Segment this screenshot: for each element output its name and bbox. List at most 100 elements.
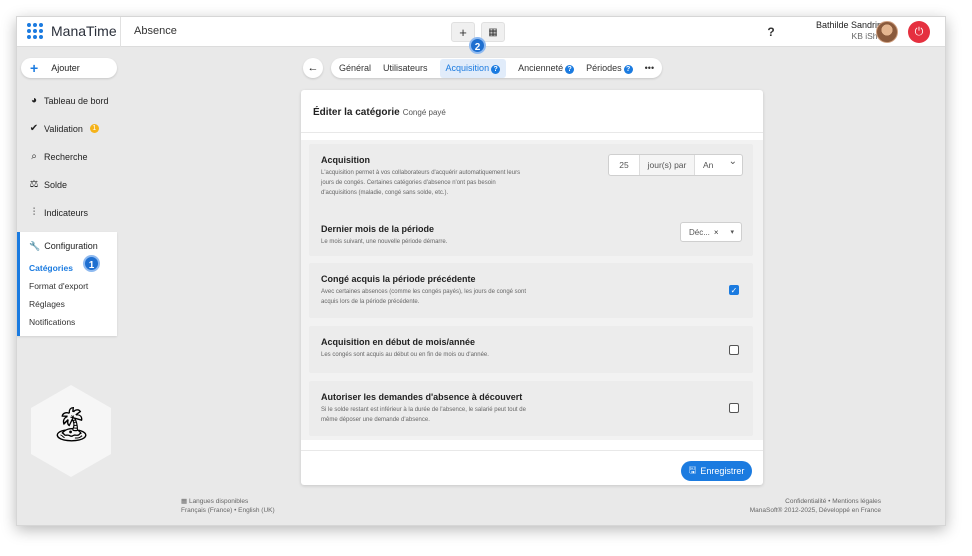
tab-users[interactable]: Utilisateurs xyxy=(383,63,428,73)
acquisition-rate-input: 25 jour(s) par An xyxy=(608,152,743,176)
calendar-button[interactable]: ▦ xyxy=(481,22,505,42)
plus-icon: + xyxy=(459,24,467,40)
app-name: ManaTime xyxy=(51,23,117,39)
sidebar-item-validation[interactable]: ✔ Validation 1 xyxy=(29,123,99,134)
sidebar-item-label: Indicateurs xyxy=(44,207,89,218)
save-button-label: Enregistrer xyxy=(700,466,745,476)
pie-chart-icon: ◕ xyxy=(30,95,38,106)
language-links[interactable]: Français (France) • English (UK) xyxy=(181,506,275,515)
category-tabs: Général Utilisateurs Acquisition? Ancien… xyxy=(331,58,663,78)
sidebar-config-section: 🔧 Configuration Catégories Format d'expo… xyxy=(17,232,117,336)
apps-grid-icon xyxy=(27,23,43,39)
section-label: Congé acquis la période précédente xyxy=(321,274,476,284)
sidebar-item-configuration[interactable]: 🔧 Configuration xyxy=(29,241,98,252)
edit-category-card: Éditer la catégorie Congé payé Acquisitio… xyxy=(301,90,763,485)
section-description: Si le solde restant est inférieur à la d… xyxy=(321,407,526,423)
save-button[interactable]: 🖫 Enregistrer xyxy=(681,461,752,481)
translate-icon: ▦ xyxy=(181,498,189,505)
sidebar-item-label: Recherche xyxy=(44,151,88,162)
category-name: Congé payé xyxy=(402,108,446,117)
start-of-month-section: Acquisition en début de mois/année Les c… xyxy=(309,326,753,373)
selected-month: Déc... xyxy=(689,227,710,237)
section-description: Les congés sont acquis au début ou en fi… xyxy=(321,352,489,358)
arrow-left-icon: ← xyxy=(307,62,319,74)
tab-periods[interactable]: Périodes? xyxy=(586,63,633,74)
island-illustration-icon: 🏝 xyxy=(50,406,94,444)
sidebar-item-label: Solde xyxy=(44,179,68,190)
languages-footer: ▦ Langues disponibles Français (France) … xyxy=(181,497,275,515)
last-month-select[interactable]: Déc... × ▾ xyxy=(680,222,742,242)
legal-footer: Confidentialité • Mentions légales ManaS… xyxy=(750,497,881,515)
bar-chart-icon: ⫶ xyxy=(32,207,36,218)
start-of-month-checkbox[interactable] xyxy=(729,345,739,355)
tab-label: Ancienneté xyxy=(518,62,564,73)
plus-icon: + xyxy=(30,60,39,76)
scale-icon: ⚖ xyxy=(29,179,39,190)
unit-label: jour(s) par xyxy=(640,155,695,175)
calendar-icon: ▦ xyxy=(488,26,498,38)
tab-acquisition[interactable]: Acquisition? xyxy=(439,58,507,78)
add-button[interactable]: + Ajouter xyxy=(21,58,117,78)
card-title: Éditer la catégorie Congé payé xyxy=(313,107,446,118)
section-label: Autoriser les demandes d'absence à décou… xyxy=(321,392,523,402)
tab-seniority[interactable]: Ancienneté? xyxy=(518,62,575,74)
add-button-label: Ajouter xyxy=(51,63,80,73)
step-marker-2: 2 xyxy=(469,37,486,54)
sidebar-subitem-notifications[interactable]: Notifications xyxy=(29,317,75,327)
legal-links[interactable]: Confidentialité • Mentions légales xyxy=(750,497,881,506)
page-title: Absence xyxy=(134,25,177,37)
sidebar-item-label: Validation xyxy=(44,123,83,134)
days-count-input[interactable]: 25 xyxy=(609,155,640,175)
back-button[interactable]: ← xyxy=(303,58,323,78)
app-window: ManaTime Absence + ▦ ? Bathilde Sandrine… xyxy=(16,16,946,526)
tab-label: Acquisition xyxy=(445,62,490,73)
section-label: Acquisition xyxy=(321,155,370,165)
wrench-icon: 🔧 xyxy=(29,241,41,251)
languages-title-text: Langues disponibles xyxy=(188,498,249,505)
card-title-text: Éditer la catégorie xyxy=(313,107,400,118)
check-icon: ✓ xyxy=(730,286,738,295)
sidebar-item-search[interactable]: ⌕ Recherche xyxy=(29,151,88,162)
sidebar-item-balance[interactable]: ⚖ Solde xyxy=(29,179,68,190)
tab-more[interactable]: ••• xyxy=(645,63,654,73)
section-description: Avec certaines absences (comme les congé… xyxy=(321,289,526,305)
help-circle-icon: ? xyxy=(623,64,633,74)
brand[interactable]: ManaTime xyxy=(27,23,117,39)
sidebar-item-indicators[interactable]: ⫶ Indicateurs xyxy=(29,207,88,218)
check-icon: ✔ xyxy=(29,123,39,134)
sidebar-subitem-export-format[interactable]: Format d'export xyxy=(29,281,88,291)
clear-icon[interactable]: × xyxy=(714,228,719,237)
overdraft-checkbox[interactable] xyxy=(729,403,739,413)
tab-label: Périodes xyxy=(586,62,622,73)
power-icon: ⏻ xyxy=(914,26,924,38)
section-label: Acquisition en début de mois/année xyxy=(321,337,476,347)
logout-button[interactable]: ⏻ xyxy=(908,21,930,43)
previous-period-checkbox[interactable]: ✓ xyxy=(729,285,739,295)
chevron-down-icon: ▾ xyxy=(730,229,734,236)
help-circle-icon: ? xyxy=(491,64,501,74)
save-icon: 🖫 xyxy=(688,465,697,475)
help-circle-icon: ? xyxy=(565,64,575,74)
period-select[interactable]: An xyxy=(695,152,742,175)
help-button[interactable]: ? xyxy=(762,23,780,41)
copyright: ManaSoft® 2012-2025, Développé en France xyxy=(749,507,881,514)
section-description: Le mois suivant, une nouvelle période dé… xyxy=(321,239,448,245)
divider xyxy=(120,17,121,47)
sidebar-item-dashboard[interactable]: ◕ Tableau de bord xyxy=(29,95,109,106)
sidebar-subitem-settings[interactable]: Réglages xyxy=(29,299,65,309)
acquisition-section: Acquisition L'acquisition permet à vos c… xyxy=(309,144,753,256)
tab-general[interactable]: Général xyxy=(339,63,371,73)
section-label: Dernier mois de la période xyxy=(321,224,435,234)
sidebar-subitem-categories[interactable]: Catégories xyxy=(29,263,73,273)
avatar[interactable] xyxy=(876,21,898,43)
overdraft-section: Autoriser les demandes d'absence à décou… xyxy=(309,381,753,436)
previous-period-section: Congé acquis la période précédente Avec … xyxy=(309,263,753,318)
sidebar-item-label: Tableau de bord xyxy=(44,95,109,106)
divider xyxy=(301,132,763,133)
search-icon: ⌕ xyxy=(31,151,37,162)
section-description: L'acquisition permet à vos collaborateur… xyxy=(321,170,521,196)
validation-count-badge: 1 xyxy=(89,124,99,133)
divider xyxy=(301,450,763,451)
settings-list: Acquisition L'acquisition permet à vos c… xyxy=(301,140,763,440)
step-marker-1: 1 xyxy=(83,255,100,272)
